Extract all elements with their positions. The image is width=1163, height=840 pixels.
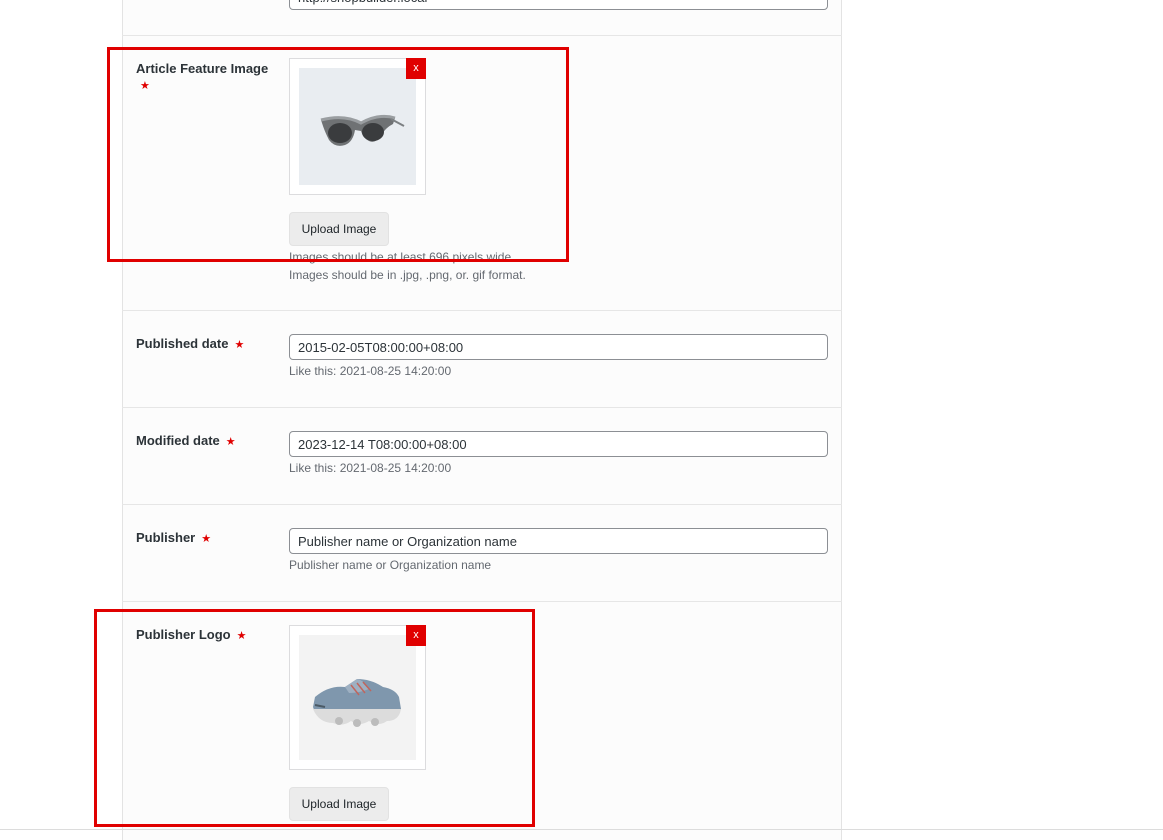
publisher-logo-preview bbox=[289, 625, 426, 770]
published-date-label: Published date ★ bbox=[136, 336, 245, 351]
divider bbox=[122, 407, 842, 408]
divider bbox=[122, 504, 842, 505]
required-star-icon: ★ bbox=[140, 80, 150, 92]
publisher-hint: Publisher name or Organization name bbox=[289, 558, 492, 572]
image-format-hint: Images should be in .jpg, .png, or. gif … bbox=[289, 268, 526, 282]
published-date-input[interactable] bbox=[289, 334, 828, 360]
published-date-hint: Like this: 2021-08-25 14:20:00 bbox=[289, 364, 452, 378]
modified-date-hint: Like this: 2021-08-25 14:20:00 bbox=[289, 461, 452, 475]
publisher-logo-label: Publisher Logo ★ bbox=[136, 627, 247, 642]
feature-image-label: Article Feature Image bbox=[136, 61, 269, 76]
publisher-input[interactable] bbox=[289, 528, 828, 554]
bottom-border bbox=[0, 829, 1163, 830]
required-star-icon: ★ bbox=[225, 436, 236, 448]
divider bbox=[122, 601, 842, 602]
modified-date-label: Modified date ★ bbox=[136, 433, 236, 448]
image-width-hint: Images should be at least 696 pixels wid… bbox=[289, 250, 515, 264]
divider bbox=[122, 310, 842, 311]
remove-logo-button[interactable]: x bbox=[406, 625, 426, 646]
remove-image-button[interactable]: x bbox=[406, 58, 426, 79]
sunglasses-photo-icon bbox=[299, 68, 416, 185]
settings-panel bbox=[122, 0, 842, 840]
divider bbox=[122, 35, 842, 36]
required-star-icon: ★ bbox=[201, 533, 212, 545]
upload-image-button[interactable]: Upload Image bbox=[289, 212, 389, 246]
required-star-icon: ★ bbox=[236, 630, 247, 642]
required-star-icon: ★ bbox=[234, 339, 245, 351]
publisher-label: Publisher ★ bbox=[136, 530, 212, 545]
modified-date-input[interactable] bbox=[289, 431, 828, 457]
site-url-input[interactable] bbox=[289, 0, 828, 10]
sneaker-photo-icon bbox=[299, 635, 416, 760]
upload-logo-button[interactable]: Upload Image bbox=[289, 787, 389, 821]
